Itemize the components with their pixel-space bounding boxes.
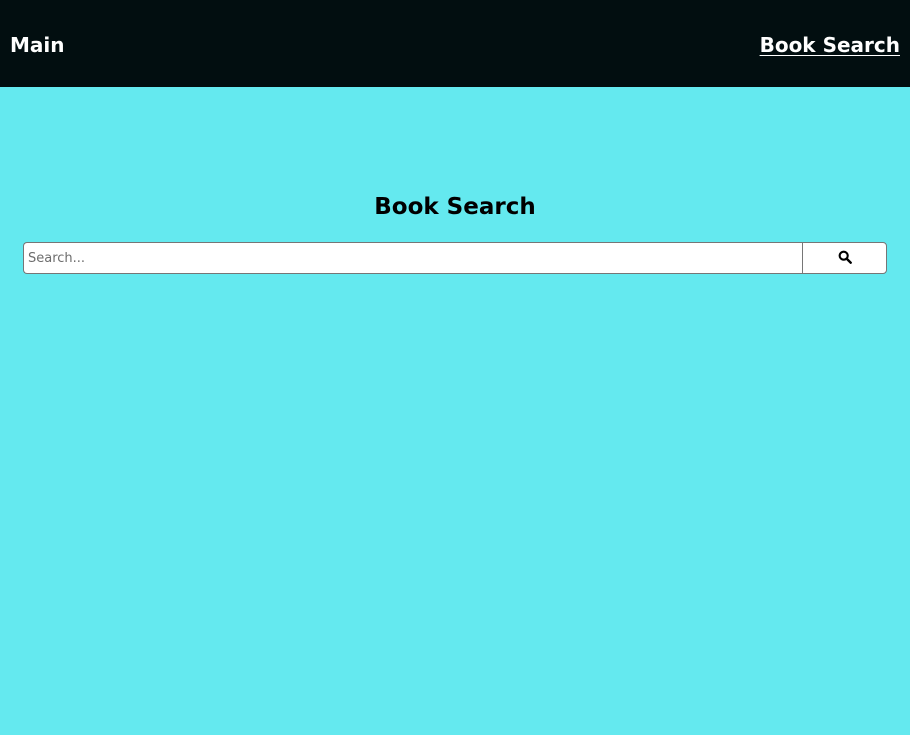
nav-link-book-search[interactable]: Book Search [760,31,900,59]
search-input[interactable] [23,242,802,274]
search-bar [23,242,887,274]
page-title: Book Search [374,194,536,220]
nav-link-main[interactable]: Main [10,31,65,59]
search-icon [838,250,852,264]
search-button[interactable] [802,242,887,274]
top-navbar: Main Book Search [0,0,910,87]
